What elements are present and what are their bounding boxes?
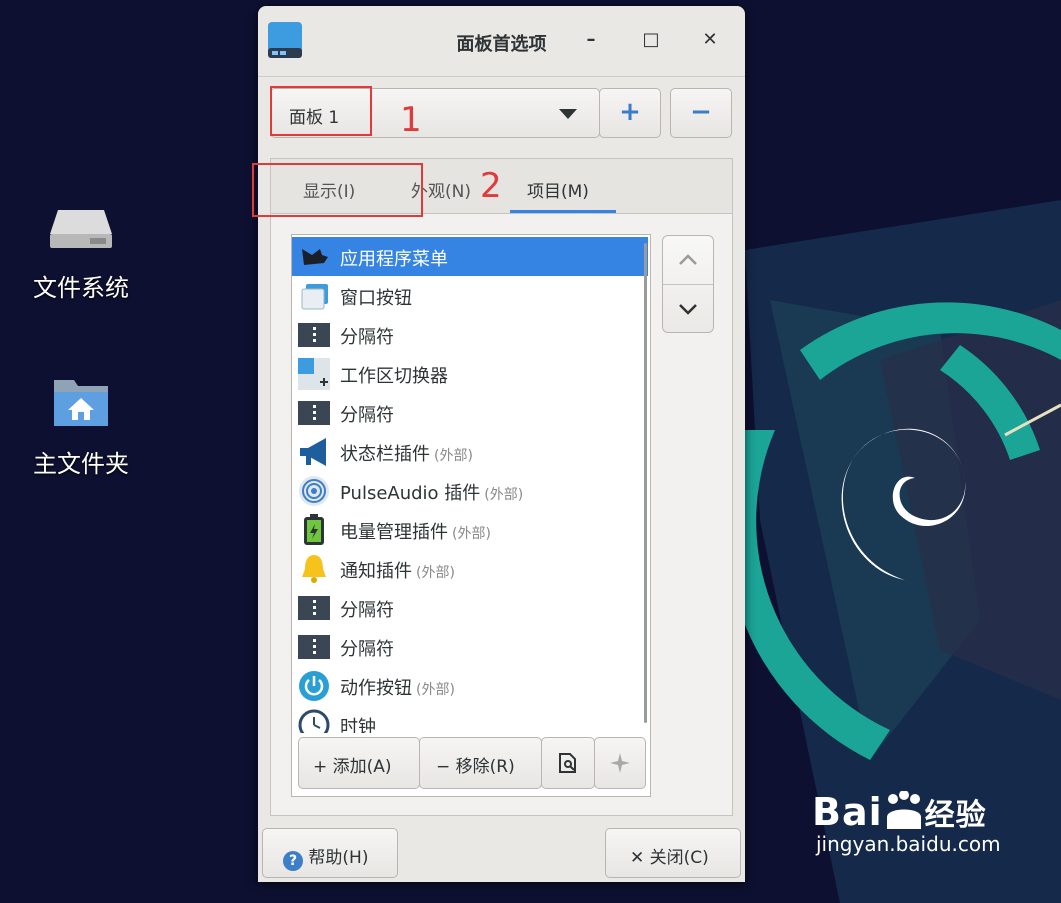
list-item[interactable]: 工作区切换器 bbox=[292, 354, 648, 393]
close-label: 关闭(C) bbox=[649, 848, 709, 868]
preferences-notebook: 显示(I) 外观(N) 项目(M) 应用程序菜单 窗口按钮 分隔符 工作区切换器… bbox=[270, 158, 733, 816]
separator-icon bbox=[298, 397, 330, 429]
help-icon: ? bbox=[283, 851, 303, 871]
list-item-label: 时钟 bbox=[340, 717, 376, 733]
clock-icon bbox=[298, 709, 330, 733]
item-properties-button[interactable] bbox=[541, 737, 595, 789]
edit-document-icon bbox=[558, 752, 578, 779]
list-item[interactable]: 分隔符 bbox=[292, 393, 648, 432]
list-item[interactable]: 分隔符 bbox=[292, 588, 648, 627]
workspace-switcher-icon bbox=[298, 358, 330, 390]
add-item-label: 添加(A) bbox=[332, 757, 392, 777]
desktop-icon-home[interactable]: 主文件夹 bbox=[21, 368, 141, 479]
list-item[interactable]: 应用程序菜单 bbox=[292, 237, 648, 276]
list-item-label: 分隔符 bbox=[340, 639, 394, 660]
list-item-label: 工作区切换器 bbox=[340, 366, 448, 387]
list-scrollbar[interactable] bbox=[644, 243, 647, 723]
list-item-label: 动作按钮 (外部) bbox=[340, 678, 455, 699]
list-item[interactable]: 分隔符 bbox=[292, 627, 648, 666]
desktop-icon-label: 文件系统 bbox=[33, 274, 129, 302]
tab-items[interactable]: 项目(M) bbox=[527, 177, 589, 202]
list-item[interactable]: 动作按钮 (外部) bbox=[292, 666, 648, 705]
bell-icon bbox=[298, 553, 330, 585]
desktop-icon-filesystem[interactable]: 文件系统 bbox=[21, 192, 141, 303]
window-buttons-icon bbox=[298, 280, 330, 312]
add-panel-button[interactable]: + bbox=[599, 88, 661, 138]
separator-icon bbox=[298, 631, 330, 663]
active-tab-indicator bbox=[510, 210, 616, 213]
maximize-button[interactable]: □ bbox=[639, 28, 663, 52]
items-list[interactable]: 应用程序菜单 窗口按钮 分隔符 工作区切换器 分隔符 状态栏插件 (外部) Pu… bbox=[291, 234, 651, 797]
close-window-button[interactable]: ✕ bbox=[698, 28, 722, 52]
power-icon bbox=[298, 670, 330, 702]
list-item[interactable]: 通知插件 (外部) bbox=[292, 549, 648, 588]
list-item-label: 分隔符 bbox=[340, 405, 394, 426]
close-button[interactable]: ✕ 关闭(C) bbox=[605, 828, 741, 878]
move-buttons bbox=[662, 235, 714, 333]
audio-icon bbox=[298, 475, 330, 507]
add-item-button[interactable]: + 添加(A) bbox=[298, 737, 420, 789]
plus-icon: + bbox=[619, 97, 641, 127]
plus-icon: + bbox=[313, 757, 328, 777]
list-item[interactable]: 电量管理插件 (外部) bbox=[292, 510, 648, 549]
list-item-label: 分隔符 bbox=[340, 600, 394, 621]
list-item[interactable]: 分隔符 bbox=[292, 315, 648, 354]
remove-item-button[interactable]: − 移除(R) bbox=[419, 737, 542, 789]
titlebar-divider bbox=[258, 76, 745, 77]
sparkle-icon bbox=[610, 753, 630, 778]
list-item[interactable]: 窗口按钮 bbox=[292, 276, 648, 315]
list-item[interactable]: PulseAudio 插件 (外部) bbox=[292, 471, 648, 510]
annotation-box-1 bbox=[270, 86, 372, 136]
dropdown-arrow-icon bbox=[559, 109, 577, 119]
list-item-label: PulseAudio 插件 (外部) bbox=[340, 483, 524, 504]
list-item-label: 分隔符 bbox=[340, 327, 394, 348]
minus-icon: − bbox=[436, 757, 451, 777]
titlebar[interactable]: 面板首选项 – □ ✕ bbox=[258, 6, 745, 76]
item-about-button[interactable] bbox=[594, 737, 646, 789]
watermark-url: jingyan.baidu.com bbox=[816, 832, 1001, 856]
close-icon: ✕ bbox=[630, 848, 645, 868]
separator-icon bbox=[298, 592, 330, 624]
list-item-label: 应用程序菜单 bbox=[340, 249, 448, 270]
help-label: 帮助(H) bbox=[308, 848, 369, 868]
home-folder-icon bbox=[46, 368, 116, 438]
separator-icon bbox=[298, 319, 330, 351]
chevron-down-icon bbox=[679, 304, 697, 315]
list-item[interactable]: 状态栏插件 (外部) bbox=[292, 432, 648, 471]
minimize-button[interactable]: – bbox=[579, 28, 603, 52]
drive-icon bbox=[46, 192, 116, 262]
list-item[interactable]: 时钟 bbox=[292, 705, 648, 733]
app-menu-icon bbox=[298, 241, 330, 273]
remove-item-label: 移除(R) bbox=[455, 757, 515, 777]
remove-panel-button[interactable]: − bbox=[670, 88, 732, 138]
paw-icon bbox=[883, 790, 925, 831]
desktop-icon-label: 主文件夹 bbox=[33, 450, 129, 478]
annotation-box-2 bbox=[252, 163, 423, 217]
annotation-number-2: 2 bbox=[480, 166, 502, 206]
list-item-label: 通知插件 (外部) bbox=[340, 561, 455, 582]
chevron-up-icon bbox=[679, 254, 697, 265]
battery-icon bbox=[298, 514, 330, 546]
minus-icon: − bbox=[690, 97, 712, 127]
baidu-watermark: Bai 经验 jingyan.baidu.com bbox=[812, 790, 1001, 856]
watermark-brand: Bai 经验 bbox=[812, 790, 987, 834]
list-item-label: 窗口按钮 bbox=[340, 288, 412, 309]
annotation-number-1: 1 bbox=[400, 100, 422, 140]
move-up-button[interactable] bbox=[663, 236, 713, 284]
megaphone-icon bbox=[298, 436, 330, 468]
window-title: 面板首选项 bbox=[456, 34, 547, 55]
list-item-label: 状态栏插件 (外部) bbox=[340, 444, 473, 465]
help-button[interactable]: ? 帮助(H) bbox=[262, 828, 398, 878]
move-down-button[interactable] bbox=[663, 285, 713, 333]
list-item-label: 电量管理插件 (外部) bbox=[340, 522, 491, 543]
panel-preferences-dialog: 面板首选项 – □ ✕ 面板 1 + − 显示(I) 外观(N) 项目(M) 应… bbox=[258, 6, 745, 882]
item-toolbar: + 添加(A) − 移除(R) bbox=[298, 737, 646, 789]
